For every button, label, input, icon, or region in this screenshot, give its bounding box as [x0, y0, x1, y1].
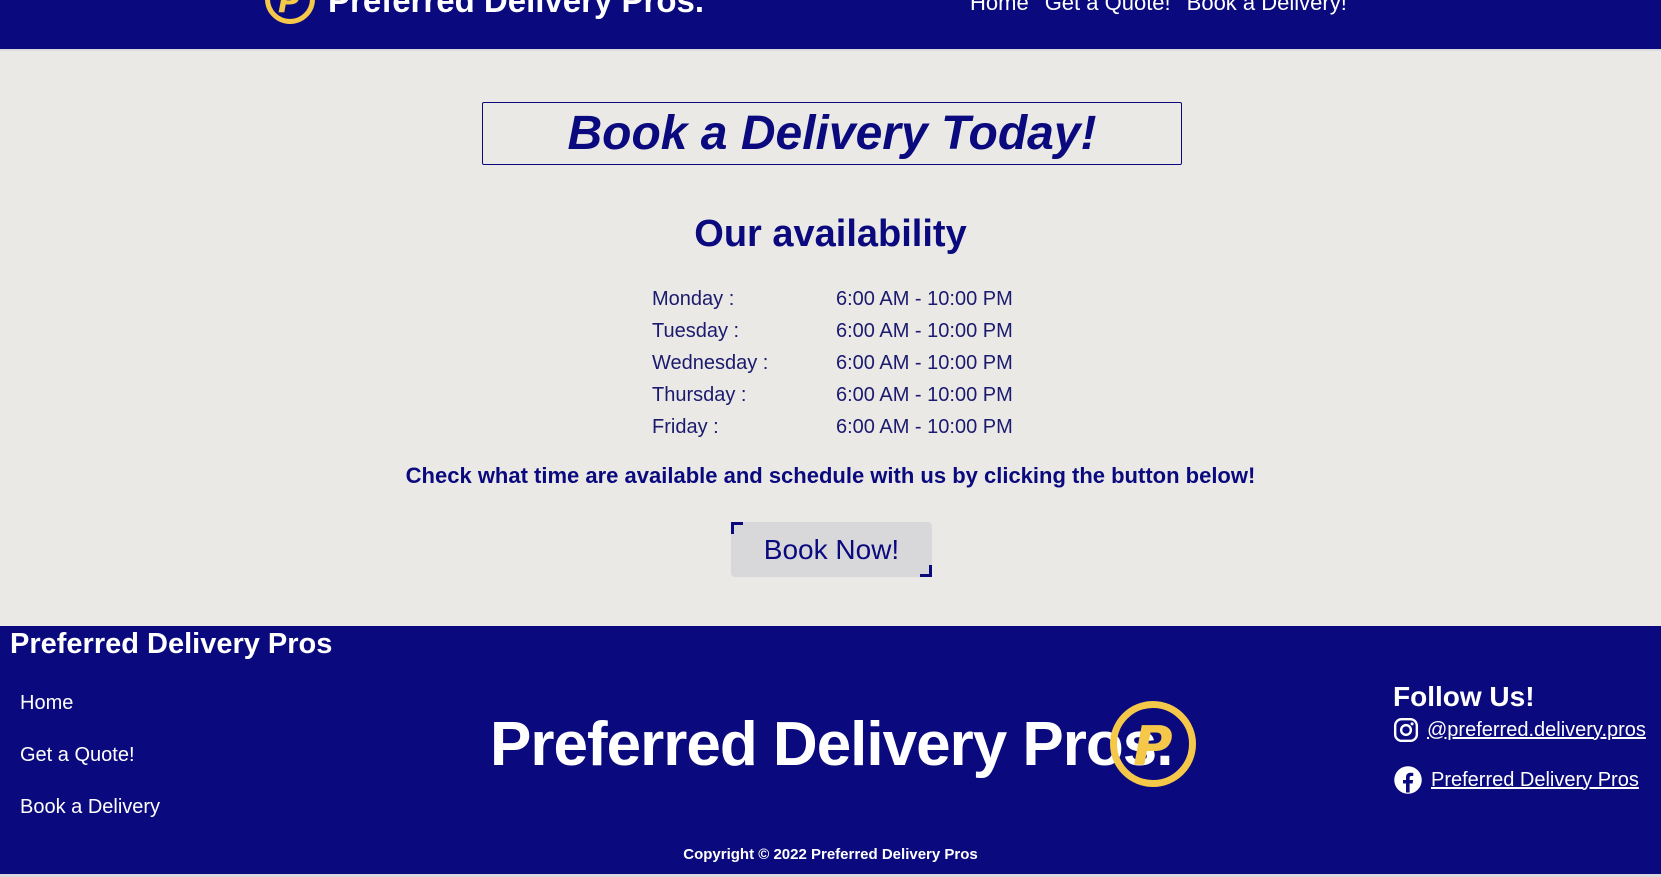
follow-title: Follow Us!	[1393, 681, 1535, 712]
footer-nav: Home Get a Quote! Book a Delivery	[20, 692, 160, 848]
hours-row: Friday : 6:00 AM - 10:00 PM	[652, 411, 1013, 443]
footer-quote-link[interactable]: Get a Quote!	[20, 744, 160, 796]
hours-row: Tuesday : 6:00 AM - 10:00 PM	[652, 315, 1013, 347]
hours-time: 6:00 AM - 10:00 PM	[836, 415, 1013, 438]
copyright: Copyright © 2022 Preferred Delivery Pros	[683, 846, 978, 863]
instagram-link[interactable]: @preferred.delivery.pros	[1393, 717, 1646, 743]
hours-time: 6:00 AM - 10:00 PM	[836, 319, 1013, 342]
footer-logo: Preferred Delivery Pros. P	[490, 701, 1210, 801]
hours-table: Monday : 6:00 AM - 10:00 PM Tuesday : 6:…	[652, 283, 1013, 443]
instagram-icon	[1393, 717, 1419, 743]
top-nav: Home Get a Quote! Book a Delivery!	[970, 0, 1347, 16]
site-footer: Preferred Delivery Pros Home Get a Quote…	[0, 626, 1661, 874]
hero-title: Book a Delivery Today!	[567, 107, 1097, 160]
button-corner-accent	[731, 522, 743, 534]
availability-title: Our availability	[694, 213, 967, 255]
facebook-icon	[1394, 766, 1422, 794]
nav-quote-link[interactable]: Get a Quote!	[1045, 0, 1171, 16]
facebook-link[interactable]: Preferred Delivery Pros	[1393, 765, 1646, 795]
nav-home-link[interactable]: Home	[970, 0, 1029, 16]
hours-row: Monday : 6:00 AM - 10:00 PM	[652, 283, 1013, 315]
hours-time: 6:00 AM - 10:00 PM	[836, 287, 1013, 310]
book-now-button[interactable]: Book Now!	[731, 522, 932, 577]
footer-logo-text: Preferred Delivery Pros.	[490, 710, 1173, 779]
hours-row: Wednesday : 6:00 AM - 10:00 PM	[652, 347, 1013, 379]
button-corner-accent	[920, 565, 932, 577]
hours-day: Monday :	[652, 287, 735, 310]
footer-home-link[interactable]: Home	[20, 692, 160, 744]
logo-p-icon: P	[1110, 701, 1196, 787]
logo-p-icon[interactable]: P	[265, 0, 315, 24]
cta-text: Check what time are available and schedu…	[405, 463, 1256, 488]
hero-box: Book a Delivery Today!	[482, 102, 1182, 165]
nav-book-link[interactable]: Book a Delivery!	[1187, 0, 1347, 16]
instagram-handle: @preferred.delivery.pros	[1427, 718, 1646, 741]
hours-row: Thursday : 6:00 AM - 10:00 PM	[652, 379, 1013, 411]
hours-time: 6:00 AM - 10:00 PM	[836, 383, 1013, 406]
hours-day: Thursday :	[652, 383, 747, 406]
footer-brand: Preferred Delivery Pros	[10, 628, 333, 660]
hours-time: 6:00 AM - 10:00 PM	[836, 351, 1013, 374]
top-header: P Preferred Delivery Pros. Home Get a Qu…	[0, 0, 1661, 51]
hours-day: Tuesday :	[652, 319, 740, 342]
hours-day: Wednesday :	[652, 351, 769, 374]
footer-book-link[interactable]: Book a Delivery	[20, 796, 160, 848]
hours-day: Friday :	[652, 415, 719, 438]
header-brand[interactable]: Preferred Delivery Pros.	[328, 0, 704, 20]
facebook-name: Preferred Delivery Pros	[1431, 768, 1639, 791]
follow-us: Follow Us! @preferred.delivery.pros Pref…	[1393, 681, 1646, 795]
